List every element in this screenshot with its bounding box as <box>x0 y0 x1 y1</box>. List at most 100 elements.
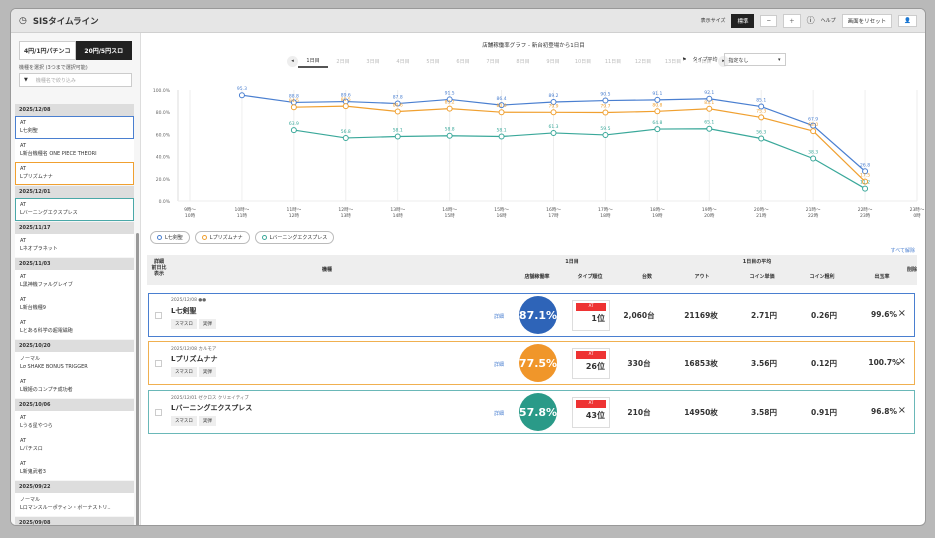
cell-out: 14950枚 <box>684 408 718 417</box>
tab-day-7[interactable]: 7日目 <box>478 56 508 67</box>
x-tick-label: 11時 <box>237 213 248 219</box>
model-list-item[interactable]: AT Lパチスロ <box>15 434 134 457</box>
data-point <box>706 125 713 132</box>
data-point <box>394 133 401 140</box>
legend-item[interactable]: Lバーニングエクスプレス <box>254 231 335 244</box>
data-label: 64.8 <box>652 120 662 126</box>
model-list-item[interactable]: ノーマル Lロマンスルーポティン・ボーナストリ.. <box>15 493 134 516</box>
tab-day-4[interactable]: 4日目 <box>388 56 418 67</box>
model-list-item[interactable]: ノーマル Lσ SHAKE BONUS TRIGGER <box>15 352 134 375</box>
data-label: 58.1 <box>393 128 403 134</box>
date-group-header: 2025/10/20 <box>15 340 134 352</box>
x-tick-label: 17時 <box>548 213 559 219</box>
date-group-header: 2025/11/03 <box>15 258 134 270</box>
x-tick-label: 9時〜 <box>184 207 196 213</box>
model-list-item[interactable]: AT Lバーニングエクスプレス <box>15 198 134 221</box>
detail-link[interactable]: 詳細 <box>494 313 504 320</box>
x-tick-label: 21時〜 <box>806 207 821 213</box>
model-list-item[interactable]: AT Lネオプラネット <box>15 234 134 257</box>
tab-day-5[interactable]: 5日目 <box>418 56 448 67</box>
row-checkbox[interactable] <box>155 312 162 319</box>
model-list-item[interactable]: AT L戦姫のコンプチ成功者 <box>15 375 134 398</box>
model-type: AT <box>20 274 27 280</box>
tag: スマスロ <box>171 319 197 329</box>
th-coin-in: コイン単価 <box>749 274 775 280</box>
tab-pachinko[interactable]: 4円/1円パチンコ <box>19 41 76 60</box>
model-name: Lσ SHAKE BONUS TRIGGER <box>20 363 88 370</box>
th-model: 機種 <box>321 267 332 273</box>
data-point <box>654 96 661 103</box>
delete-row-button[interactable]: × <box>898 308 906 319</box>
model-type: AT <box>20 120 27 126</box>
model-name: Lパチスロ <box>20 445 43 452</box>
rate-circle: 57.8% <box>519 393 557 431</box>
data-label: 56.3 <box>756 130 766 136</box>
data-point <box>758 135 765 142</box>
y-tick-label: 60.0% <box>156 132 171 138</box>
model-type: AT <box>20 379 27 385</box>
help-icon[interactable]: ⓘ <box>807 15 815 26</box>
size-up-button[interactable]: ＋ <box>783 13 801 28</box>
tab-day-2[interactable]: 2日目 <box>328 56 358 67</box>
search-input[interactable]: ▼ 機種名で絞り込み <box>19 73 132 87</box>
reset-button[interactable]: 画面をリセット <box>841 13 893 28</box>
th-rate: 店舗稼働率 <box>524 274 550 280</box>
model-list-item[interactable]: AT Lとある科学の超電磁砲 <box>15 316 134 339</box>
select-label: 機種を選択 (3つまで選択可能) <box>19 65 88 71</box>
main-panel: 店舗稼働率グラフ - 新台初登場から1日目 ◂ 1日目 2日目 3日目 4日目 5日目 6日… <box>142 33 925 525</box>
tab-day-10[interactable]: 10日目 <box>568 56 598 67</box>
model-list-item[interactable]: AT Lうる星やつら <box>15 411 134 434</box>
row-checkbox[interactable] <box>155 409 162 416</box>
tag: スマスロ <box>171 367 197 377</box>
data-label: 84.5 <box>289 98 299 104</box>
prev-day-button[interactable]: ◂ <box>287 56 298 67</box>
data-label: 56.8 <box>341 129 351 135</box>
tab-day-9[interactable]: 9日目 <box>538 56 568 67</box>
model-list-item[interactable]: AT L黒神機ファルグレイブ <box>15 270 134 293</box>
model-list-item[interactable]: AT Lプリズムナナ <box>15 162 134 185</box>
size-standard-button[interactable]: 標準 <box>731 13 755 28</box>
help-link[interactable]: ヘルプ <box>821 17 836 24</box>
legend-item[interactable]: Lプリズムナナ <box>194 231 250 244</box>
delete-row-button[interactable]: × <box>898 356 906 367</box>
tab-day-11[interactable]: 11日目 <box>598 56 628 67</box>
model-type: AT <box>20 143 27 149</box>
size-down-button[interactable]: − <box>760 14 778 27</box>
delete-row-button[interactable]: × <box>898 405 906 416</box>
data-label: 85.1 <box>756 98 766 104</box>
row-checkbox[interactable] <box>155 360 162 367</box>
detail-link[interactable]: 詳細 <box>494 361 504 368</box>
x-tick-label: 10時 <box>185 213 196 219</box>
tab-day-6[interactable]: 6日目 <box>448 56 478 67</box>
x-tick-label: 21時 <box>756 213 767 219</box>
model-list-item[interactable]: AT L新鬼武者3 <box>15 457 134 480</box>
legend-item[interactable]: L七剣聖 <box>150 231 190 244</box>
model-list-item[interactable]: AT L新台機種9 <box>15 293 134 316</box>
model-list-item[interactable]: AT L七剣聖 <box>15 116 134 139</box>
detail-link[interactable]: 詳細 <box>494 410 504 417</box>
chart-legend: L七剣聖 Lプリズムナナ Lバーニングエクスプレス <box>150 231 335 244</box>
data-label: 59.5 <box>600 126 610 132</box>
row-model-name: L七剣聖 <box>171 307 197 315</box>
tab-day-12[interactable]: 12日目 <box>628 56 658 67</box>
y-tick-label: 40.0% <box>156 155 171 161</box>
tab-day-1[interactable]: 1日目 <box>298 55 328 68</box>
x-tick-label: 18時 <box>600 213 611 219</box>
x-tick-label: 23時〜 <box>910 207 925 213</box>
data-label: 86.4 <box>497 96 507 102</box>
data-point <box>602 109 609 116</box>
clear-all-link[interactable]: すべて解除 <box>891 247 915 254</box>
legend-label: L七剣聖 <box>165 235 183 241</box>
model-list-item[interactable]: AT L新台機種名 ONE PIECE THEORI <box>15 139 134 162</box>
tab-day-8[interactable]: 8日目 <box>508 56 538 67</box>
user-icon[interactable]: 👤 <box>898 14 917 27</box>
x-tick-label: 12時〜 <box>338 207 353 213</box>
cell-coin-in: 2.71円 <box>750 311 777 320</box>
tab-day-3[interactable]: 3日目 <box>358 56 388 67</box>
scrollbar[interactable] <box>136 233 139 525</box>
table-row: 2025/12/08 カルモア Lプリズムナナ スマスロ 実弾 詳細 77.5% … <box>148 341 915 385</box>
sidebar: 4円/1円パチンコ 20円/5円スロ 機種を選択 (3つまで選択可能) ▼ 機種名… <box>11 33 141 525</box>
data-label: 58.1 <box>497 128 507 134</box>
type-select[interactable]: 指定なし ▾ <box>723 53 786 66</box>
tab-slot[interactable]: 20円/5円スロ <box>75 41 132 60</box>
